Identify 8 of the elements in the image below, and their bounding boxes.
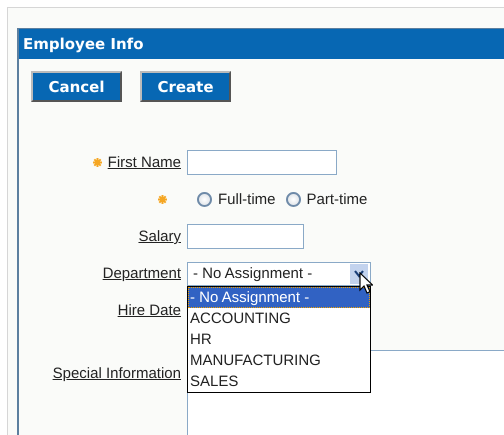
field-label: Hire Date xyxy=(118,302,181,319)
field-label: First Name xyxy=(108,154,181,171)
field-label: Department xyxy=(102,265,181,282)
panel-title: Employee Info xyxy=(19,28,504,59)
field-label: Salary xyxy=(138,228,181,245)
field-label: Special Information xyxy=(52,365,181,382)
radio-label: Part-time xyxy=(306,191,368,208)
radio-label: Full-time xyxy=(218,191,276,208)
